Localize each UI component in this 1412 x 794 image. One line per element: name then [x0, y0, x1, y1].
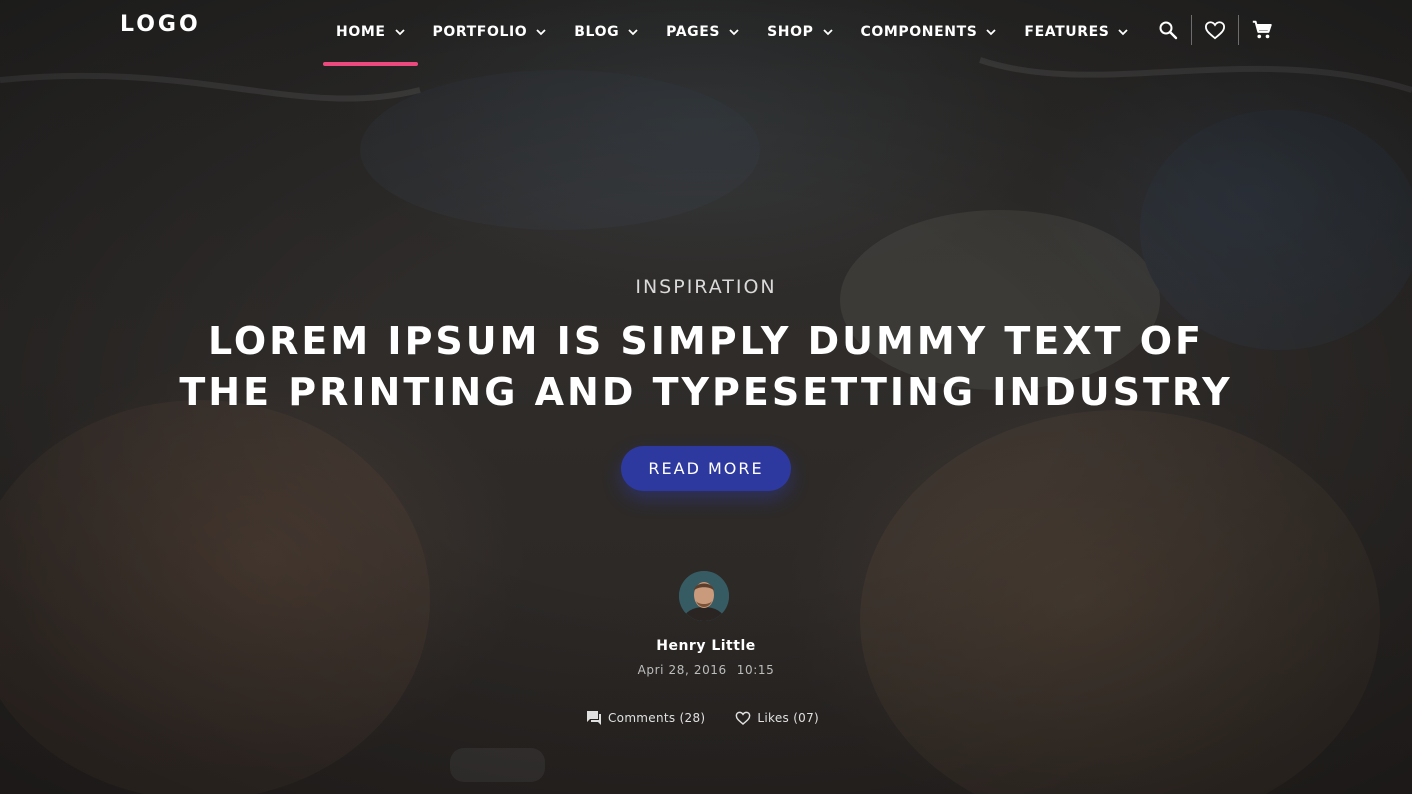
search-button[interactable] — [1155, 17, 1181, 43]
author-photo — [679, 571, 729, 621]
nav-item-blog[interactable]: BLOG — [574, 3, 639, 61]
heart-icon — [1204, 21, 1226, 40]
header-tools — [1155, 14, 1275, 46]
cart-icon — [1252, 20, 1272, 39]
heart-icon — [736, 711, 751, 725]
comment-icon — [587, 711, 601, 725]
post-headline: LOREM IPSUM IS SIMPLY DUMMY TEXT OF THE … — [100, 316, 1312, 418]
search-icon — [1159, 21, 1178, 40]
nav-label: HOME — [336, 24, 386, 40]
chevron-down-icon — [1118, 29, 1129, 36]
nav-item-home[interactable]: HOME — [323, 3, 417, 66]
nav-label: PAGES — [666, 24, 721, 40]
main-nav: HOME PORTFOLIO BLOG PAGES SHOP COMPONENT… — [323, 0, 1156, 66]
divider — [1238, 15, 1239, 45]
chevron-down-icon — [822, 29, 833, 36]
read-more-button[interactable]: READ MORE — [621, 446, 791, 491]
chevron-down-icon — [536, 29, 546, 36]
post-time: 10:15 — [736, 663, 775, 677]
chevron-down-icon — [628, 29, 638, 36]
logo[interactable]: LOGO — [120, 12, 201, 37]
nav-label: SHOP — [767, 24, 814, 40]
author-name[interactable]: Henry Little — [0, 638, 1412, 654]
chevron-down-icon — [986, 29, 997, 36]
post-meta: Apri 28, 2016 10:15 — [0, 663, 1412, 677]
post-category[interactable]: INSPIRATION — [0, 276, 1412, 298]
wishlist-button[interactable] — [1202, 17, 1228, 43]
nav-item-components[interactable]: COMPONENTS — [861, 3, 998, 61]
nav-label: FEATURES — [1024, 24, 1110, 40]
likes-count: Likes (07) — [757, 711, 820, 725]
cart-button[interactable] — [1249, 17, 1275, 43]
nav-item-pages[interactable]: PAGES — [666, 3, 740, 61]
headline-line-2: THE PRINTING AND TYPESETTING INDUSTRY — [179, 370, 1233, 414]
headline-line-1: LOREM IPSUM IS SIMPLY DUMMY TEXT OF — [208, 319, 1204, 363]
avatar[interactable] — [679, 571, 729, 621]
chevron-down-icon — [729, 29, 739, 36]
divider — [1191, 15, 1192, 45]
nav-label: BLOG — [574, 24, 620, 40]
nav-item-features[interactable]: FEATURES — [1024, 3, 1129, 61]
chevron-down-icon — [394, 29, 405, 36]
nav-label: COMPONENTS — [860, 24, 978, 40]
nav-item-shop[interactable]: SHOP — [767, 3, 833, 61]
post-date: Apri 28, 2016 — [637, 663, 727, 677]
likes-link[interactable]: Likes (07) — [735, 710, 819, 726]
post-stats: Comments (28) Likes (07) — [586, 710, 819, 726]
nav-label: PORTFOLIO — [432, 24, 528, 40]
comments-link[interactable]: Comments (28) — [586, 710, 705, 726]
comments-count: Comments (28) — [608, 711, 706, 725]
nav-item-portfolio[interactable]: PORTFOLIO — [433, 3, 548, 61]
